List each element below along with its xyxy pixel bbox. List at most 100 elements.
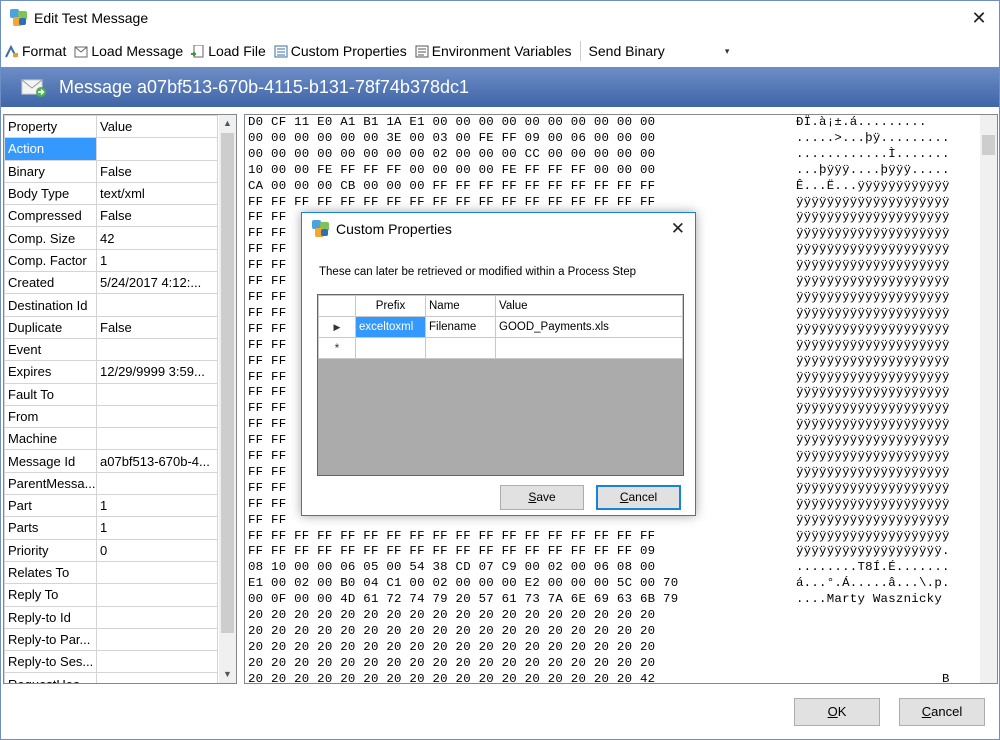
scroll-down-icon[interactable]: ▼	[219, 666, 236, 683]
property-row[interactable]: Reply To	[4, 583, 218, 607]
property-value[interactable]	[96, 583, 218, 607]
property-row[interactable]: Message Id a07bf513-670b-4...	[4, 449, 218, 473]
property-row[interactable]: Binary False	[4, 159, 218, 183]
property-value[interactable]	[96, 293, 218, 317]
property-value[interactable]	[96, 627, 218, 652]
dialog-cancel-button[interactable]: Cancel	[596, 485, 681, 510]
value-cell[interactable]: GOOD_Payments.xls	[495, 316, 683, 338]
table-row-new[interactable]: *	[318, 337, 683, 359]
property-value[interactable]: False	[96, 204, 218, 228]
scroll-up-icon[interactable]: ▲	[219, 115, 236, 132]
property-name[interactable]: Fault To	[4, 382, 97, 406]
property-name[interactable]: Reply-to Ses...	[4, 650, 97, 674]
property-row[interactable]: Fault To	[4, 382, 218, 406]
prefix-cell[interactable]	[355, 337, 426, 359]
property-value[interactable]	[96, 382, 218, 406]
property-value[interactable]	[96, 404, 218, 429]
property-row[interactable]: Reply-to Ses...	[4, 650, 218, 674]
property-name[interactable]: Reply-to Par...	[4, 627, 97, 652]
property-value[interactable]: 5/24/2017 4:12:...	[96, 271, 218, 295]
value-cell[interactable]	[495, 337, 683, 359]
property-name[interactable]: Expires	[4, 360, 97, 384]
property-name[interactable]: Event	[4, 337, 97, 362]
property-value[interactable]: text/xml	[96, 181, 218, 206]
property-row[interactable]: Reply-to Par...	[4, 627, 218, 652]
property-row[interactable]: RequestHea...	[4, 672, 218, 683]
property-name[interactable]: Reply-to Id	[4, 605, 97, 629]
hex-scrollbar-thumb[interactable]	[982, 135, 995, 155]
scrollbar-thumb[interactable]	[221, 133, 234, 633]
property-row[interactable]: Expires 12/29/9999 3:59...	[4, 360, 218, 384]
property-row[interactable]: Duplicate False	[4, 315, 218, 339]
cancel-button[interactable]: Cancel	[899, 698, 985, 726]
property-name[interactable]: Part	[4, 494, 97, 518]
property-value[interactable]	[96, 560, 218, 585]
property-name[interactable]: ParentMessa...	[4, 471, 97, 496]
name-cell[interactable]: Filename	[425, 316, 496, 338]
property-name[interactable]: Binary	[4, 159, 97, 183]
property-row[interactable]: Created 5/24/2017 4:12:...	[4, 271, 218, 295]
property-row[interactable]: Relates To	[4, 560, 218, 585]
property-value[interactable]: a07bf513-670b-4...	[96, 449, 218, 473]
property-name[interactable]: Created	[4, 271, 97, 295]
property-name[interactable]: Compressed	[4, 204, 97, 228]
close-icon[interactable]: ✕	[969, 8, 989, 28]
name-cell[interactable]	[425, 337, 496, 359]
property-value[interactable]	[96, 137, 218, 161]
property-row[interactable]: Parts 1	[4, 516, 218, 540]
property-value[interactable]	[96, 672, 218, 683]
save-button[interactable]: Save	[500, 485, 584, 510]
table-row[interactable]: ▶ exceltoxml Filename GOOD_Payments.xls	[318, 316, 683, 338]
format-button[interactable]: Format	[1, 39, 70, 63]
property-grid[interactable]: Property Value Action Binary False Body Typ…	[3, 114, 237, 684]
property-value[interactable]: 1	[96, 248, 218, 273]
property-name[interactable]: Reply To	[4, 583, 97, 607]
property-name[interactable]: From	[4, 404, 97, 429]
property-name[interactable]: RequestHea...	[4, 672, 97, 683]
property-row[interactable]: Body Type text/xml	[4, 181, 218, 206]
property-value[interactable]	[96, 427, 218, 451]
property-name[interactable]: Duplicate	[4, 315, 97, 339]
property-row[interactable]: Destination Id	[4, 293, 218, 317]
property-row[interactable]: Compressed False	[4, 204, 218, 228]
property-name[interactable]: Comp. Factor	[4, 248, 97, 273]
property-value[interactable]: False	[96, 159, 218, 183]
property-value[interactable]: 1	[96, 516, 218, 540]
hex-scrollbar[interactable]	[980, 115, 997, 683]
property-row[interactable]: Priority 0	[4, 538, 218, 562]
property-value[interactable]	[96, 337, 218, 362]
property-row[interactable]: Comp. Factor 1	[4, 248, 218, 273]
prefix-cell[interactable]: exceltoxml	[355, 316, 426, 338]
property-name[interactable]: Action	[4, 137, 97, 161]
property-row[interactable]: Reply-to Id	[4, 605, 218, 629]
property-name[interactable]: Destination Id	[4, 293, 97, 317]
property-name[interactable]: Relates To	[4, 560, 97, 585]
property-value[interactable]	[96, 650, 218, 674]
property-name[interactable]: Machine	[4, 427, 97, 451]
property-value[interactable]: 12/29/9999 3:59...	[96, 360, 218, 384]
property-row[interactable]: From	[4, 404, 218, 429]
dialog-close-icon[interactable]: ✕	[671, 219, 685, 239]
property-name[interactable]: Message Id	[4, 449, 97, 473]
property-name[interactable]: Parts	[4, 516, 97, 540]
property-value[interactable]	[96, 471, 218, 496]
property-value[interactable]: 0	[96, 538, 218, 562]
ok-button[interactable]: OK	[794, 698, 880, 726]
property-row[interactable]: Machine	[4, 427, 218, 451]
property-row[interactable]: Action	[4, 137, 218, 161]
property-value[interactable]: 1	[96, 494, 218, 518]
load-message-button[interactable]: Load Message	[70, 39, 187, 63]
property-row[interactable]: Part 1	[4, 494, 218, 518]
property-row[interactable]: ParentMessa...	[4, 471, 218, 496]
property-grid-scrollbar[interactable]: ▲ ▼	[219, 115, 236, 683]
custom-properties-grid[interactable]: Prefix Name Value ▶ exceltoxml Filename …	[317, 294, 684, 476]
property-value[interactable]	[96, 605, 218, 629]
custom-properties-button[interactable]: Custom Properties	[270, 39, 411, 63]
environment-variables-button[interactable]: Environment Variables	[411, 39, 576, 63]
property-row[interactable]: Comp. Size 42	[4, 226, 218, 250]
load-file-button[interactable]: Load File	[187, 39, 270, 63]
property-value[interactable]: 42	[96, 226, 218, 250]
property-name[interactable]: Body Type	[4, 181, 97, 206]
property-name[interactable]: Priority	[4, 538, 97, 562]
send-binary-dropdown[interactable]: Send Binary ▾	[585, 39, 734, 63]
